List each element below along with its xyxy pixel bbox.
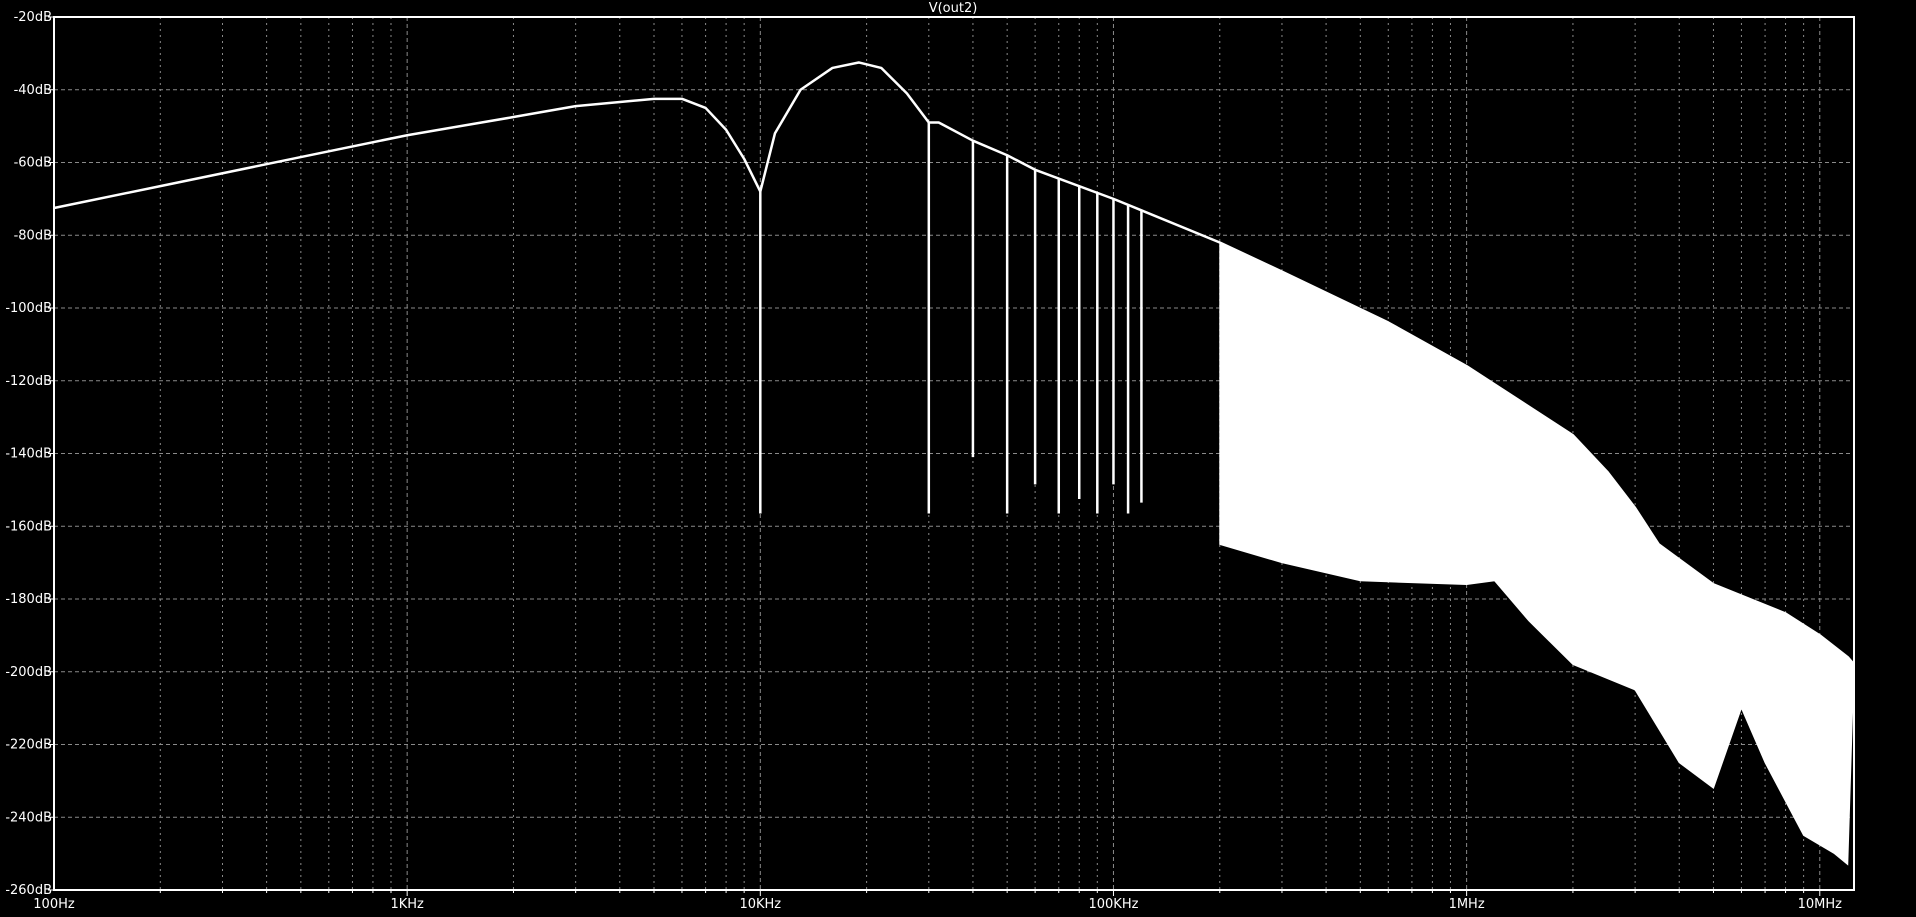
x-tick-label: 100KHz — [1088, 897, 1138, 912]
bode-plot: -20dB -40dB -60dB -80dB -100dB -120dB -140dB -1… — [5, 1, 1855, 912]
chart-title: V(out2) — [929, 1, 978, 16]
y-tick-label: -100dB — [5, 301, 52, 316]
x-tick-label: 1KHz — [390, 897, 424, 912]
y-tick-label: -160dB — [5, 519, 52, 534]
y-tick-label: -80dB — [14, 228, 52, 243]
y-tick-label: -260dB — [5, 883, 52, 898]
y-tick-label: -60dB — [14, 156, 52, 171]
x-tick-label: 10MHz — [1798, 897, 1843, 912]
x-tick-label: 100Hz — [33, 897, 75, 912]
y-tick-label: -200dB — [5, 665, 52, 680]
y-tick-label: -40dB — [14, 83, 52, 98]
y-tick-label: -120dB — [5, 374, 52, 389]
y-tick-label: -140dB — [5, 447, 52, 462]
y-tick-label: -240dB — [5, 810, 52, 825]
response-fill-band — [1219, 241, 1855, 866]
x-tick-label: 10KHz — [739, 897, 781, 912]
y-tick-label: -180dB — [5, 592, 52, 607]
plot-window: -20dB -40dB -60dB -80dB -100dB -120dB -140dB -1… — [0, 0, 1916, 917]
x-tick-label: 1MHz — [1449, 897, 1485, 912]
y-tick-label: -220dB — [5, 738, 52, 753]
y-tick-label: -20dB — [14, 10, 52, 25]
